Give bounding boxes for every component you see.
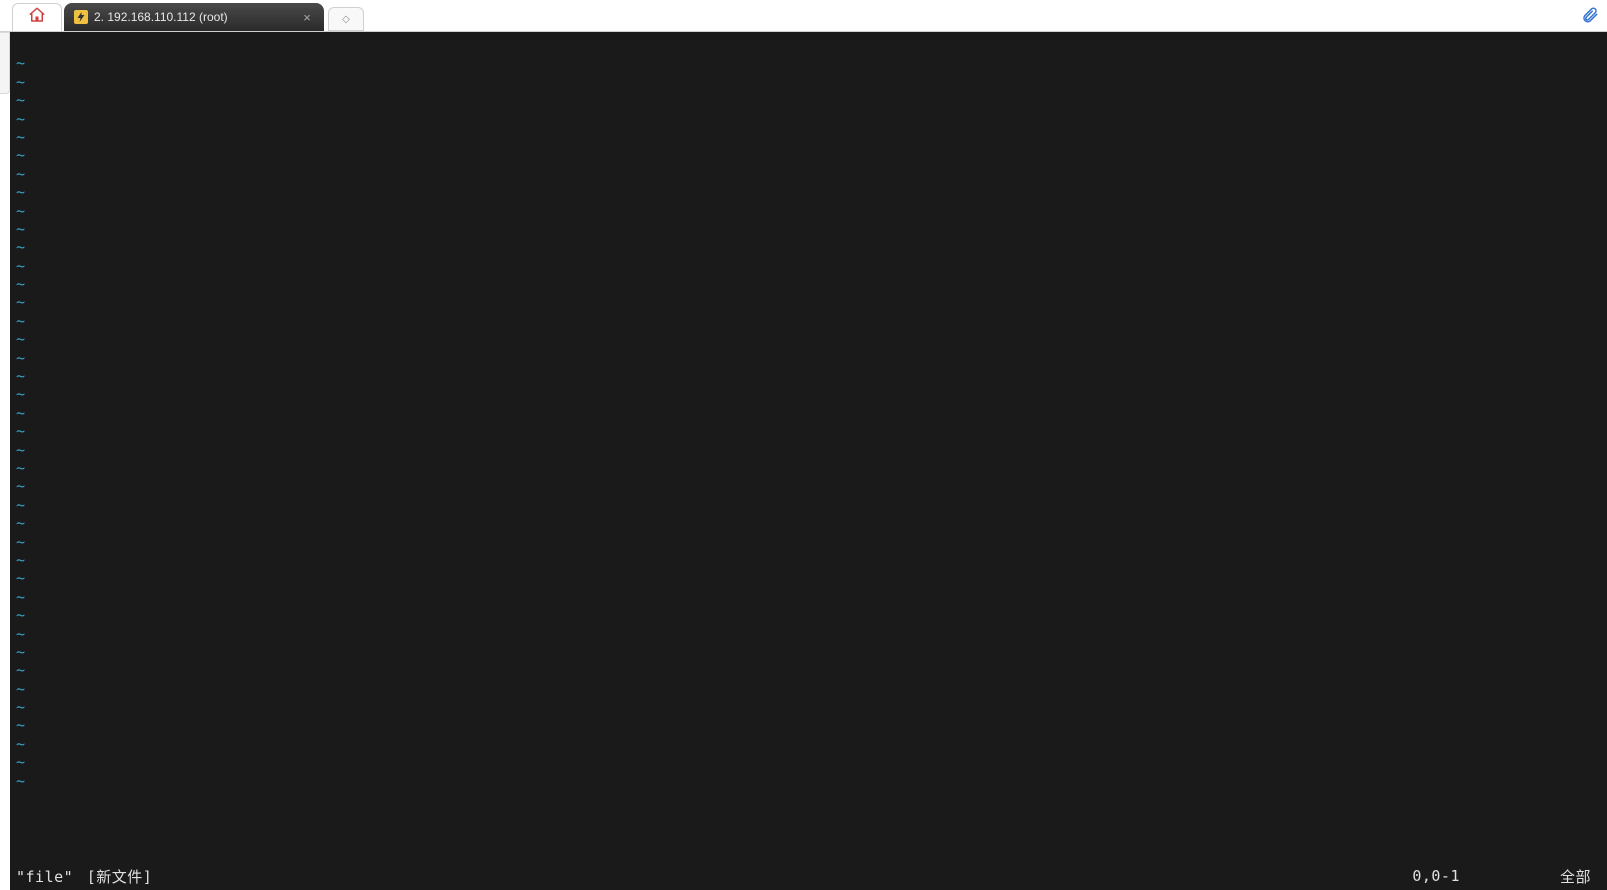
vim-tilde-line: ~ (16, 404, 1601, 422)
tab-bar: 2. 192.168.110.112 (root) × ◇ (0, 0, 1607, 32)
left-rail-handle[interactable] (0, 32, 10, 94)
vim-tilde-line: ~ (16, 54, 1601, 72)
vim-tilde-line: ~ (16, 477, 1601, 495)
vim-tilde-line: ~ (16, 275, 1601, 293)
session-tab[interactable]: 2. 192.168.110.112 (root) × (64, 3, 324, 31)
paperclip-icon[interactable] (1581, 6, 1599, 29)
vim-tilde-line: ~ (16, 569, 1601, 587)
vim-tilde-line: ~ (16, 441, 1601, 459)
vim-tilde-line: ~ (16, 128, 1601, 146)
vim-tilde-line: ~ (16, 514, 1601, 532)
vim-tilde-line: ~ (16, 220, 1601, 238)
vim-tilde-line: ~ (16, 625, 1601, 643)
vim-tilde-line: ~ (16, 385, 1601, 403)
vim-tilde-line: ~ (16, 772, 1601, 790)
terminal[interactable]: ~~~~~~~~~~~~~~~~~~~~~~~~~~~~~~~~~~~~~~~~… (10, 32, 1607, 890)
status-newfile-label: [新文件] (87, 868, 153, 886)
status-left: "file" [新文件] (16, 866, 152, 887)
vim-tilde-line: ~ (16, 238, 1601, 256)
vim-tilde-line: ~ (16, 293, 1601, 311)
vim-tilde-line: ~ (16, 202, 1601, 220)
vim-tilde-line: ~ (16, 698, 1601, 716)
vim-tilde-line: ~ (16, 753, 1601, 771)
vim-tilde-line: ~ (16, 588, 1601, 606)
status-cursor-position: 0,0-1 (1412, 867, 1460, 885)
vim-tilde-line: ~ (16, 533, 1601, 551)
lightning-icon (74, 10, 88, 24)
new-tab-glyph: ◇ (342, 14, 350, 25)
terminal-lines: ~~~~~~~~~~~~~~~~~~~~~~~~~~~~~~~~~~~~~~~~ (16, 36, 1601, 866)
vim-tilde-line: ~ (16, 110, 1601, 128)
vim-empty-line (16, 36, 1601, 54)
vim-tilde-line: ~ (16, 367, 1601, 385)
vim-tilde-line: ~ (16, 643, 1601, 661)
vim-tilde-line: ~ (16, 349, 1601, 367)
vim-tilde-line: ~ (16, 680, 1601, 698)
vim-tilde-line: ~ (16, 91, 1601, 109)
vim-status-line: "file" [新文件] 0,0-1 全部 (16, 866, 1601, 886)
vim-tilde-line: ~ (16, 257, 1601, 275)
vim-tilde-line: ~ (16, 551, 1601, 569)
home-tab[interactable] (12, 3, 62, 31)
status-filename: "file" (16, 868, 73, 886)
vim-tilde-line: ~ (16, 165, 1601, 183)
home-icon (28, 6, 46, 29)
vim-tilde-line: ~ (16, 661, 1601, 679)
session-tab-title: 2. 192.168.110.112 (root) (94, 10, 292, 24)
vim-tilde-line: ~ (16, 146, 1601, 164)
vim-tilde-line: ~ (16, 716, 1601, 734)
vim-tilde-line: ~ (16, 735, 1601, 753)
new-tab-button[interactable]: ◇ (328, 7, 364, 31)
vim-tilde-line: ~ (16, 422, 1601, 440)
close-icon[interactable]: × (300, 10, 314, 24)
vim-tilde-line: ~ (16, 330, 1601, 348)
vim-tilde-line: ~ (16, 312, 1601, 330)
vim-tilde-line: ~ (16, 606, 1601, 624)
status-scroll: 全部 (1560, 866, 1591, 887)
vim-tilde-line: ~ (16, 183, 1601, 201)
vim-tilde-line: ~ (16, 73, 1601, 91)
vim-tilde-line: ~ (16, 459, 1601, 477)
right-icons (1581, 6, 1599, 29)
vim-tilde-line: ~ (16, 496, 1601, 514)
